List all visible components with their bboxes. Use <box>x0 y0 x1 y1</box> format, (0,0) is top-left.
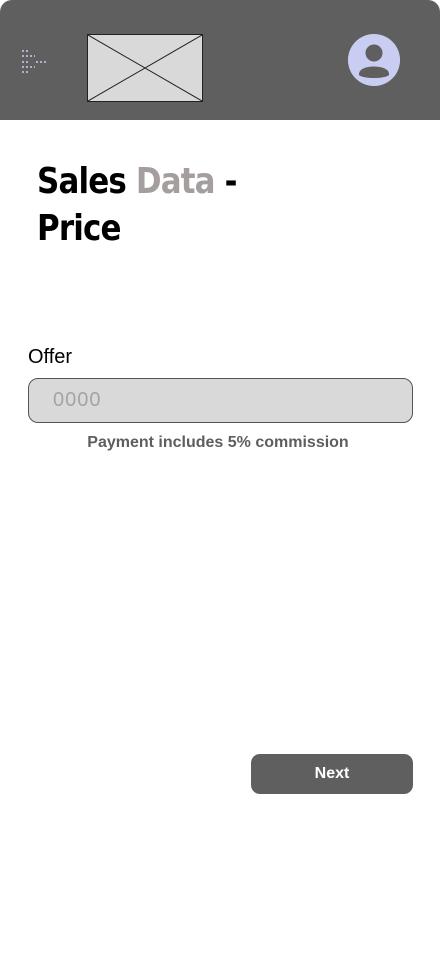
offer-input[interactable] <box>28 378 413 423</box>
logo-image-placeholder <box>87 34 203 102</box>
next-button[interactable]: Next <box>251 754 413 794</box>
app-header <box>0 0 440 120</box>
title-word-data: Data <box>135 161 216 202</box>
image-placeholder-icon <box>87 34 203 102</box>
offer-label: Offer <box>28 346 73 368</box>
title-dash: - <box>224 161 238 202</box>
user-avatar-icon[interactable] <box>348 34 400 86</box>
commission-note: Payment includes 5% commission <box>87 434 349 451</box>
title-word-price: Price <box>37 208 121 249</box>
page-title: Sales Data - Price <box>37 158 261 252</box>
menu-icon[interactable] <box>16 44 52 82</box>
title-word-sales: Sales <box>37 161 127 202</box>
